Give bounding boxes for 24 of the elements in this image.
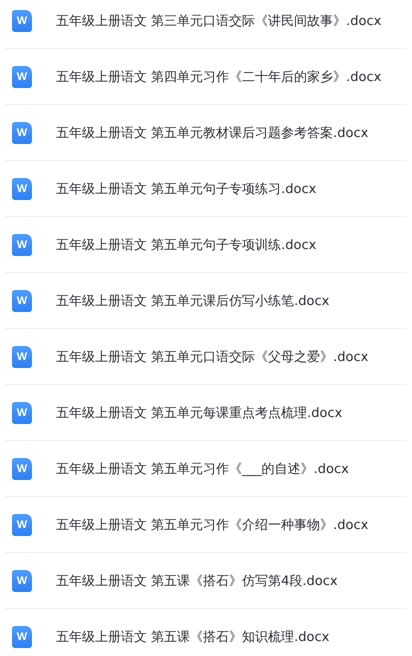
file-name[interactable]: 五年级上册语文 第五单元课后仿写小练笔.docx [56, 292, 330, 310]
word-file-icon: W [12, 514, 32, 536]
file-name[interactable]: 五年级上册语文 第四单元习作《二十年后的家乡》.docx [56, 68, 382, 86]
word-file-icon: W [12, 570, 32, 592]
file-name[interactable]: 五年级上册语文 第五课《搭石》仿写第4段.docx [56, 572, 338, 590]
word-file-icon: W [12, 10, 32, 32]
file-name[interactable]: 五年级上册语文 第五单元句子专项练习.docx [56, 180, 316, 198]
word-file-icon: W [12, 290, 32, 312]
word-file-icon: W [12, 346, 32, 368]
file-name[interactable]: 五年级上册语文 第五单元教材课后习题参考答案.docx [56, 124, 368, 142]
word-file-icon: W [12, 626, 32, 648]
file-name[interactable]: 五年级上册语文 第五单元句子专项训练.docx [56, 236, 316, 254]
word-file-icon: W [12, 234, 32, 256]
word-file-icon: W [12, 402, 32, 424]
file-name[interactable]: 五年级上册语文 第五单元每课重点考点梳理.docx [56, 404, 342, 422]
word-file-icon: W [12, 66, 32, 88]
file-name[interactable]: 五年级上册语文 第五课《搭石》知识梳理.docx [56, 628, 330, 646]
file-name[interactable]: 五年级上册语文 第五单元习作《介绍一种事物》.docx [56, 516, 368, 534]
word-file-icon: W [12, 178, 32, 200]
file-name[interactable]: 五年级上册语文 第五单元习作《___的自述》.docx [56, 460, 349, 478]
word-file-icon: W [12, 458, 32, 480]
file-name[interactable]: 五年级上册语文 第三单元口语交际《讲民间故事》.docx [56, 12, 382, 30]
word-file-icon: W [12, 122, 32, 144]
file-name[interactable]: 五年级上册语文 第五单元口语交际《父母之爱》.docx [56, 348, 368, 366]
